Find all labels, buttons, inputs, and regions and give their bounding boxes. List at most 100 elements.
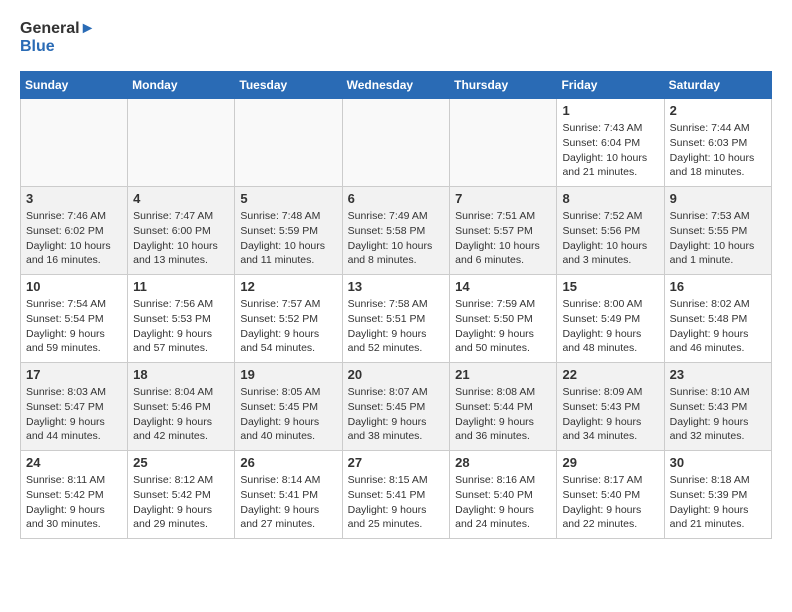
calendar-cell — [450, 99, 557, 187]
day-number: 25 — [133, 455, 229, 470]
page-header: General► Blue — [20, 20, 772, 55]
calendar-cell — [235, 99, 342, 187]
calendar-cell: 12 Sunrise: 7:57 AM Sunset: 5:52 PM Dayli… — [235, 275, 342, 363]
day-info: Sunrise: 7:46 AM Sunset: 6:02 PM Dayligh… — [26, 209, 122, 268]
day-info: Sunrise: 8:12 AM Sunset: 5:42 PM Dayligh… — [133, 473, 229, 532]
day-number: 21 — [455, 367, 551, 382]
calendar-table: SundayMondayTuesdayWednesdayThursdayFrid… — [20, 71, 772, 539]
day-number: 7 — [455, 191, 551, 206]
day-number: 6 — [348, 191, 445, 206]
day-info: Sunrise: 8:08 AM Sunset: 5:44 PM Dayligh… — [455, 385, 551, 444]
calendar-cell: 25 Sunrise: 8:12 AM Sunset: 5:42 PM Dayli… — [128, 451, 235, 539]
day-number: 20 — [348, 367, 445, 382]
calendar-cell — [128, 99, 235, 187]
day-number: 1 — [562, 103, 658, 118]
calendar-cell: 3 Sunrise: 7:46 AM Sunset: 6:02 PM Daylig… — [21, 187, 128, 275]
calendar-cell: 6 Sunrise: 7:49 AM Sunset: 5:58 PM Daylig… — [342, 187, 450, 275]
day-info: Sunrise: 7:44 AM Sunset: 6:03 PM Dayligh… — [670, 121, 766, 180]
calendar-cell: 30 Sunrise: 8:18 AM Sunset: 5:39 PM Dayli… — [664, 451, 771, 539]
weekday-header-friday: Friday — [557, 72, 664, 99]
day-info: Sunrise: 8:03 AM Sunset: 5:47 PM Dayligh… — [26, 385, 122, 444]
weekday-header-wednesday: Wednesday — [342, 72, 450, 99]
day-number: 12 — [240, 279, 336, 294]
day-number: 3 — [26, 191, 122, 206]
weekday-header-monday: Monday — [128, 72, 235, 99]
calendar-cell: 8 Sunrise: 7:52 AM Sunset: 5:56 PM Daylig… — [557, 187, 664, 275]
day-number: 19 — [240, 367, 336, 382]
calendar-cell: 23Sunrise: 8:10 AM Sunset: 5:43 PM Dayli… — [664, 363, 771, 451]
calendar-cell: 4 Sunrise: 7:47 AM Sunset: 6:00 PM Daylig… — [128, 187, 235, 275]
day-info: Sunrise: 8:15 AM Sunset: 5:41 PM Dayligh… — [348, 473, 445, 532]
day-number: 28 — [455, 455, 551, 470]
day-number: 15 — [562, 279, 658, 294]
day-info: Sunrise: 7:57 AM Sunset: 5:52 PM Dayligh… — [240, 297, 336, 356]
day-number: 18 — [133, 367, 229, 382]
week-row-5: 24 Sunrise: 8:11 AM Sunset: 5:42 PM Dayli… — [21, 451, 772, 539]
calendar-cell: 27Sunrise: 8:15 AM Sunset: 5:41 PM Dayli… — [342, 451, 450, 539]
day-info: Sunrise: 8:07 AM Sunset: 5:45 PM Dayligh… — [348, 385, 445, 444]
day-number: 16 — [670, 279, 766, 294]
weekday-header-tuesday: Tuesday — [235, 72, 342, 99]
day-info: Sunrise: 7:53 AM Sunset: 5:55 PM Dayligh… — [670, 209, 766, 268]
day-info: Sunrise: 8:05 AM Sunset: 5:45 PM Dayligh… — [240, 385, 336, 444]
day-info: Sunrise: 7:51 AM Sunset: 5:57 PM Dayligh… — [455, 209, 551, 268]
day-number: 11 — [133, 279, 229, 294]
day-info: Sunrise: 8:11 AM Sunset: 5:42 PM Dayligh… — [26, 473, 122, 532]
weekday-header-saturday: Saturday — [664, 72, 771, 99]
day-info: Sunrise: 8:17 AM Sunset: 5:40 PM Dayligh… — [562, 473, 658, 532]
calendar-cell: 18 Sunrise: 8:04 AM Sunset: 5:46 PM Dayli… — [128, 363, 235, 451]
day-info: Sunrise: 8:04 AM Sunset: 5:46 PM Dayligh… — [133, 385, 229, 444]
day-number: 4 — [133, 191, 229, 206]
calendar-cell: 9 Sunrise: 7:53 AM Sunset: 5:55 PM Daylig… — [664, 187, 771, 275]
calendar-cell: 24 Sunrise: 8:11 AM Sunset: 5:42 PM Dayli… — [21, 451, 128, 539]
day-info: Sunrise: 7:54 AM Sunset: 5:54 PM Dayligh… — [26, 297, 122, 356]
logo-text: General► Blue — [20, 20, 95, 55]
day-info: Sunrise: 8:16 AM Sunset: 5:40 PM Dayligh… — [455, 473, 551, 532]
calendar-cell: 5Sunrise: 7:48 AM Sunset: 5:59 PM Daylig… — [235, 187, 342, 275]
day-number: 9 — [670, 191, 766, 206]
week-row-1: 1 Sunrise: 7:43 AM Sunset: 6:04 PM Daylig… — [21, 99, 772, 187]
calendar-cell: 28 Sunrise: 8:16 AM Sunset: 5:40 PM Dayli… — [450, 451, 557, 539]
day-info: Sunrise: 7:47 AM Sunset: 6:00 PM Dayligh… — [133, 209, 229, 268]
day-number: 24 — [26, 455, 122, 470]
day-info: Sunrise: 8:00 AM Sunset: 5:49 PM Dayligh… — [562, 297, 658, 356]
day-info: Sunrise: 8:02 AM Sunset: 5:48 PM Dayligh… — [670, 297, 766, 356]
day-info: Sunrise: 8:14 AM Sunset: 5:41 PM Dayligh… — [240, 473, 336, 532]
calendar-cell: 29 Sunrise: 8:17 AM Sunset: 5:40 PM Dayli… — [557, 451, 664, 539]
calendar-cell: 16 Sunrise: 8:02 AM Sunset: 5:48 PM Dayli… — [664, 275, 771, 363]
calendar-cell: 14 Sunrise: 7:59 AM Sunset: 5:50 PM Dayli… — [450, 275, 557, 363]
week-row-3: 10Sunrise: 7:54 AM Sunset: 5:54 PM Dayli… — [21, 275, 772, 363]
day-info: Sunrise: 7:52 AM Sunset: 5:56 PM Dayligh… — [562, 209, 658, 268]
weekday-header-row: SundayMondayTuesdayWednesdayThursdayFrid… — [21, 72, 772, 99]
day-number: 5 — [240, 191, 336, 206]
day-number: 8 — [562, 191, 658, 206]
day-info: Sunrise: 7:56 AM Sunset: 5:53 PM Dayligh… — [133, 297, 229, 356]
calendar-cell: 17Sunrise: 8:03 AM Sunset: 5:47 PM Dayli… — [21, 363, 128, 451]
calendar-cell: 11 Sunrise: 7:56 AM Sunset: 5:53 PM Dayli… — [128, 275, 235, 363]
calendar-cell: 1 Sunrise: 7:43 AM Sunset: 6:04 PM Daylig… — [557, 99, 664, 187]
calendar-cell: 13 Sunrise: 7:58 AM Sunset: 5:51 PM Dayli… — [342, 275, 450, 363]
calendar-cell — [21, 99, 128, 187]
calendar-cell: 21 Sunrise: 8:08 AM Sunset: 5:44 PM Dayli… — [450, 363, 557, 451]
day-info: Sunrise: 7:59 AM Sunset: 5:50 PM Dayligh… — [455, 297, 551, 356]
weekday-header-thursday: Thursday — [450, 72, 557, 99]
calendar-cell: 19 Sunrise: 8:05 AM Sunset: 5:45 PM Dayli… — [235, 363, 342, 451]
day-number: 23 — [670, 367, 766, 382]
calendar-cell: 22Sunrise: 8:09 AM Sunset: 5:43 PM Dayli… — [557, 363, 664, 451]
day-number: 29 — [562, 455, 658, 470]
day-info: Sunrise: 7:49 AM Sunset: 5:58 PM Dayligh… — [348, 209, 445, 268]
calendar-body: 1 Sunrise: 7:43 AM Sunset: 6:04 PM Daylig… — [21, 99, 772, 539]
week-row-2: 3 Sunrise: 7:46 AM Sunset: 6:02 PM Daylig… — [21, 187, 772, 275]
day-info: Sunrise: 7:43 AM Sunset: 6:04 PM Dayligh… — [562, 121, 658, 180]
calendar-cell — [342, 99, 450, 187]
day-number: 2 — [670, 103, 766, 118]
day-info: Sunrise: 7:58 AM Sunset: 5:51 PM Dayligh… — [348, 297, 445, 356]
day-number: 30 — [670, 455, 766, 470]
day-number: 26 — [240, 455, 336, 470]
week-row-4: 17Sunrise: 8:03 AM Sunset: 5:47 PM Dayli… — [21, 363, 772, 451]
day-number: 14 — [455, 279, 551, 294]
day-info: Sunrise: 8:18 AM Sunset: 5:39 PM Dayligh… — [670, 473, 766, 532]
day-number: 13 — [348, 279, 445, 294]
calendar-cell: 15 Sunrise: 8:00 AM Sunset: 5:49 PM Dayli… — [557, 275, 664, 363]
calendar-cell: 7 Sunrise: 7:51 AM Sunset: 5:57 PM Daylig… — [450, 187, 557, 275]
